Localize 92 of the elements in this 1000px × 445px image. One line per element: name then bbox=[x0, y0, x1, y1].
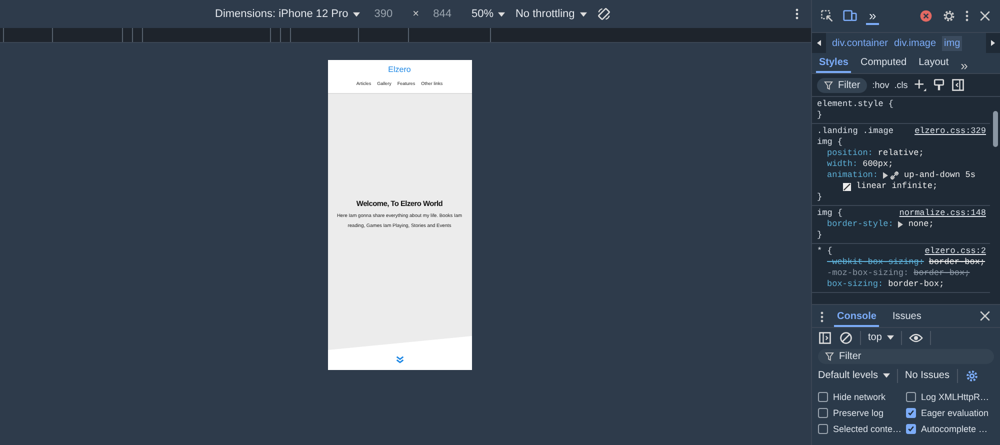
closing-brace: } bbox=[817, 192, 822, 203]
more-icon[interactable] bbox=[795, 8, 799, 20]
css-value: linear infinite; bbox=[856, 181, 938, 192]
issues-counter[interactable]: No Issues bbox=[905, 370, 950, 381]
setting-label[interactable]: Preserve log bbox=[833, 408, 884, 418]
closing-brace: } bbox=[817, 230, 822, 241]
checkbox[interactable] bbox=[818, 408, 828, 418]
css-property: animation: bbox=[827, 170, 878, 181]
checkbox[interactable] bbox=[906, 424, 916, 434]
checkbox[interactable] bbox=[906, 408, 916, 418]
checkbox[interactable] bbox=[906, 392, 916, 402]
filter-icon bbox=[824, 80, 833, 90]
filter-field[interactable]: Filter bbox=[818, 349, 994, 364]
site-logo[interactable]: Elzero bbox=[388, 65, 411, 74]
dimensions-dropdown[interactable]: Dimensions: iPhone 12 Pro bbox=[215, 8, 360, 20]
css-selector: * { bbox=[817, 246, 832, 257]
css-property: -webkit-box-sizing: bbox=[827, 257, 924, 268]
caret-icon bbox=[580, 12, 587, 16]
expand-triangle-icon[interactable] bbox=[883, 172, 888, 179]
caret-icon bbox=[883, 373, 890, 378]
inspect-icon[interactable] bbox=[820, 9, 834, 23]
sidebar-icon[interactable] bbox=[818, 330, 832, 344]
settings-icon[interactable] bbox=[942, 9, 956, 23]
paint-brush-icon[interactable] bbox=[932, 78, 946, 92]
more-tools-tab[interactable]: » bbox=[866, 8, 880, 24]
css-property: box-sizing: bbox=[827, 279, 884, 290]
rotate-icon[interactable] bbox=[596, 7, 611, 21]
scroll-left-icon[interactable] bbox=[812, 33, 826, 53]
caret-icon bbox=[498, 12, 506, 16]
error-icon[interactable] bbox=[919, 9, 933, 23]
css-value: 600px; bbox=[862, 159, 894, 170]
css-selector: element.style { bbox=[817, 99, 894, 110]
css-value: none; bbox=[908, 219, 934, 230]
setting-label[interactable]: Log XMLHttpR… bbox=[921, 392, 990, 402]
css-property: width: bbox=[827, 159, 858, 170]
context-dropdown[interactable]: top bbox=[868, 332, 894, 343]
breadcrumb[interactable]: div.container bbox=[832, 38, 888, 48]
hover-state-toggle[interactable]: :hov bbox=[872, 80, 890, 90]
height-field[interactable]: 844 bbox=[429, 8, 462, 20]
source-link[interactable]: elzero.css:2 bbox=[924, 246, 986, 257]
closing-brace: } bbox=[817, 110, 822, 121]
css-property: -moz-box-sizing: bbox=[827, 268, 909, 279]
source-link[interactable]: elzero.css:329 bbox=[914, 126, 986, 137]
drawer-tab[interactable]: Console bbox=[834, 309, 880, 327]
more-icon[interactable] bbox=[820, 311, 824, 323]
throttling-dropdown[interactable]: No throttling bbox=[515, 8, 587, 20]
checkbox[interactable] bbox=[818, 392, 828, 402]
drawer-tab[interactable]: Issues bbox=[889, 309, 924, 327]
expand-triangle-icon[interactable] bbox=[898, 221, 904, 228]
breadcrumb[interactable]: img bbox=[942, 36, 962, 50]
css-value: relative; bbox=[878, 148, 924, 159]
width-field[interactable]: 390 bbox=[370, 8, 403, 20]
sidebar-toggle-icon[interactable] bbox=[950, 78, 965, 92]
css-property: border-style: bbox=[827, 219, 894, 230]
setting-label[interactable]: Eager evaluation bbox=[921, 408, 989, 418]
css-value: border-box; bbox=[914, 268, 970, 279]
setting-label[interactable]: Hide network bbox=[833, 392, 886, 402]
filter-field[interactable]: Filter bbox=[817, 78, 868, 92]
clear-icon[interactable] bbox=[839, 330, 853, 344]
chevrons-down-icon[interactable] bbox=[396, 356, 404, 364]
panel-tab[interactable]: Computed bbox=[857, 55, 910, 73]
source-link[interactable]: normalize.css:148 bbox=[899, 208, 986, 219]
more-icon[interactable] bbox=[965, 10, 969, 22]
checkbox[interactable] bbox=[818, 424, 828, 434]
close-icon[interactable] bbox=[978, 9, 992, 23]
css-property: position: bbox=[827, 148, 873, 159]
close-icon[interactable] bbox=[978, 309, 992, 323]
caret-icon bbox=[353, 12, 360, 16]
filter-icon bbox=[825, 352, 834, 361]
css-selector: img { bbox=[817, 137, 843, 148]
scroll-right-icon[interactable] bbox=[986, 33, 1000, 53]
css-selector: img { bbox=[817, 208, 843, 219]
plus-icon[interactable] bbox=[912, 78, 927, 92]
panel-tab[interactable]: Layout bbox=[916, 55, 952, 73]
setting-label[interactable]: Selected conte… bbox=[833, 424, 902, 434]
setting-label[interactable]: Autocomplete … bbox=[921, 424, 988, 434]
css-selector: .landing .image bbox=[817, 126, 894, 137]
times-sign: × bbox=[412, 8, 420, 20]
caret-icon bbox=[886, 335, 894, 340]
easing-icon[interactable] bbox=[843, 182, 851, 190]
log-levels-dropdown[interactable]: Default levels bbox=[818, 370, 890, 381]
class-toggle[interactable]: .cls bbox=[894, 80, 908, 90]
link-icon[interactable] bbox=[890, 171, 900, 180]
device-toggle-icon[interactable] bbox=[843, 9, 857, 23]
panel-tab[interactable]: Styles bbox=[816, 55, 852, 73]
zoom-dropdown[interactable]: 50% bbox=[471, 8, 506, 20]
settings-icon[interactable] bbox=[964, 368, 978, 382]
css-value: up-and-down 5s bbox=[904, 170, 976, 181]
css-value: border-box; bbox=[928, 257, 986, 268]
more-tabs-button[interactable]: » bbox=[958, 58, 971, 73]
breadcrumb[interactable]: div.image bbox=[894, 38, 936, 48]
css-value: border-box; bbox=[888, 279, 944, 290]
